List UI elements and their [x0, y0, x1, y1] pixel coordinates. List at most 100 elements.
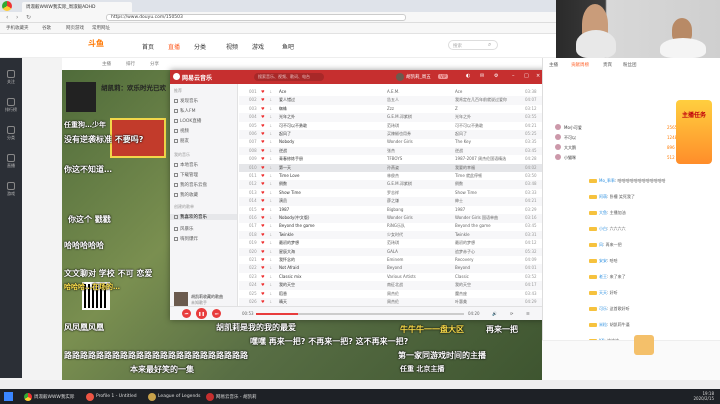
chat-nick[interactable]: 老王: [599, 274, 607, 279]
download-icon[interactable]: ↓: [269, 155, 275, 164]
song-row[interactable]: 017 ♥ ↓ Beyond the game RiNG乐队 Beyond the gam…: [239, 222, 548, 231]
song-title[interactable]: Nobody(中文版): [279, 214, 379, 223]
playlist-queue-icon[interactable]: ☰: [526, 311, 530, 316]
song-title[interactable]: Time Love: [279, 172, 379, 181]
song-row[interactable]: 011 ♥ ↓ Time Love 林俊杰 Time 就此停顿 03:50: [239, 172, 548, 181]
song-row[interactable]: 013 ♥ ↓ Show Time 罗志祥 Show Time 03:33: [239, 189, 548, 198]
stream-tag[interactable]: 主播: [102, 61, 111, 67]
song-row[interactable]: 026 ♥ ↓ 晴天 周杰伦 叶惠美 04:29: [239, 298, 548, 306]
download-icon[interactable]: ↓: [269, 264, 275, 273]
heart-icon[interactable]: ♥: [261, 138, 267, 147]
heart-icon[interactable]: ♥: [261, 264, 267, 273]
song-title[interactable]: 蜘蛛: [279, 105, 379, 114]
song-title[interactable]: Ace: [279, 88, 379, 97]
tab-weekly-rank[interactable]: 贡献周榜: [571, 62, 589, 68]
song-title[interactable]: 青春修炼手册: [279, 155, 379, 164]
song-title[interactable]: 演员: [279, 197, 379, 206]
download-icon[interactable]: ↓: [269, 113, 275, 122]
heart-icon[interactable]: ♥: [261, 248, 267, 257]
tab-fans[interactable]: 粉丝团: [623, 62, 637, 68]
prev-button[interactable]: ⏮: [182, 309, 191, 318]
tab-anchor[interactable]: 主播: [549, 62, 558, 68]
rank-row[interactable]: 小猫咪 512: [547, 154, 687, 161]
song-title[interactable]: Classic mix: [279, 273, 379, 282]
download-icon[interactable]: ↓: [269, 189, 275, 198]
rank-row[interactable]: 不可以 1248: [547, 134, 687, 141]
settings-icon[interactable]: ⚙: [494, 73, 498, 79]
gift-chest-icon[interactable]: [634, 335, 654, 355]
song-title[interactable]: 我的天空: [279, 281, 379, 290]
sidebar-item-download[interactable]: 下载管理: [174, 172, 198, 178]
heart-icon[interactable]: ♥: [261, 290, 267, 299]
song-row[interactable]: 015 ♥ ↓ 1987 Bigbang 1987 03:29: [239, 206, 548, 215]
song-title[interactable]: Beyond the game: [279, 222, 379, 231]
heart-icon[interactable]: ♥: [261, 113, 267, 122]
song-row[interactable]: 007 ♥ ↓ Nobody Wonder Girls The Key 03:35: [239, 138, 548, 147]
bookmark-item[interactable]: 谷歌: [42, 25, 51, 31]
anchor-avatar[interactable]: [66, 82, 96, 112]
stream-tag[interactable]: 排行: [126, 61, 135, 67]
chat-nick[interactable]: 米粒: [599, 322, 607, 327]
next-button[interactable]: ⏭: [212, 309, 221, 318]
sidebar-item-collection[interactable]: 我的收藏: [174, 192, 198, 198]
song-row[interactable]: 003 ♥ ↓ 蜘蛛 Zzz Z 03:12: [239, 105, 548, 114]
user-avatar[interactable]: [396, 73, 404, 81]
heart-icon[interactable]: ♥: [261, 130, 267, 139]
song-row[interactable]: 010 ♥ ↓ 第一天 孙燕姿 我要的幸福 04:02: [239, 163, 548, 173]
song-title[interactable]: 晴天: [279, 298, 379, 306]
song-title[interactable]: 倒数: [279, 180, 379, 189]
chat-nick[interactable]: 风: [599, 242, 603, 247]
song-row[interactable]: 021 ♥ ↓ 我怀念的 Eminem Recovery 04:09: [239, 256, 548, 265]
heart-icon[interactable]: ♥: [261, 273, 267, 282]
rank-row[interactable]: 大大鹅 896: [547, 144, 687, 151]
song-title[interactable]: 第一天: [279, 164, 379, 173]
maximize-icon[interactable]: □: [524, 73, 529, 79]
song-title[interactable]: 爱人错过: [279, 96, 379, 105]
download-icon[interactable]: ↓: [269, 105, 275, 114]
nav-video[interactable]: 视频: [226, 42, 238, 51]
loop-icon[interactable]: ⟳: [510, 311, 513, 316]
nav-yuba[interactable]: 鱼吧: [282, 42, 294, 51]
heart-icon[interactable]: ♥: [261, 256, 267, 265]
heart-icon[interactable]: ♥: [261, 155, 267, 164]
now-playing[interactable]: 胡凯莉收藏的歌曲 未知歌手: [174, 292, 234, 306]
download-icon[interactable]: ↓: [269, 147, 275, 156]
heart-icon[interactable]: ♥: [261, 88, 267, 97]
heart-icon[interactable]: ♥: [261, 231, 267, 240]
download-icon[interactable]: ↓: [269, 96, 275, 105]
bookmark-item[interactable]: 手机收藏夹: [6, 25, 29, 31]
nav-category[interactable]: 分类: [194, 42, 206, 51]
volume-icon[interactable]: 🔊: [492, 311, 497, 316]
song-row[interactable]: 009 ♥ ↓ 青春修炼手册 TFBOYS 1987-2007 周杰伦国语精选 04:28: [239, 155, 548, 164]
download-icon[interactable]: ↓: [269, 231, 275, 240]
song-title[interactable]: 我怀念的: [279, 256, 379, 265]
forward-icon[interactable]: ›: [16, 14, 18, 21]
song-row[interactable]: 020 ♥ ↓ 星辰大海 GALA 追梦赤子心 05:32: [239, 247, 548, 257]
heart-icon[interactable]: ♥: [261, 298, 267, 306]
download-icon[interactable]: ↓: [269, 281, 275, 290]
song-title[interactable]: 稻香: [279, 290, 379, 299]
sidebar-item-playlist[interactable]: 嗨到爆炸: [174, 236, 198, 242]
download-icon[interactable]: ↓: [269, 197, 275, 206]
chat-nick[interactable]: 小白: [599, 226, 607, 231]
song-title[interactable]: Show Time: [279, 189, 379, 198]
song-row[interactable]: 018 ♥ ↓ Twinkle 少女时代 Twinkle 03:31: [239, 230, 548, 240]
sidebar-item-category[interactable]: 分类: [2, 126, 20, 141]
song-row[interactable]: 022 ♥ ↓ Not Afraid Beyond Beyond 04:01: [239, 264, 548, 273]
song-row[interactable]: 006 ♥ ↓ 起风了 买辣椒也用券 起风了 05:25: [239, 130, 548, 139]
song-row[interactable]: 023 ♥ ↓ Classic mix Various Artists Classic 03…: [239, 273, 548, 282]
song-title[interactable]: 起风了: [279, 130, 379, 139]
stream-tag[interactable]: 分享: [150, 61, 159, 67]
player-search-input[interactable]: 搜索音乐、视频、歌词、电台: [254, 73, 324, 81]
nav-game[interactable]: 游戏: [252, 42, 264, 51]
download-icon[interactable]: ↓: [269, 164, 275, 173]
song-row[interactable]: 024 ♥ ↓ 我的天空 南征北战 我的天空 04:17: [239, 281, 548, 290]
heart-icon[interactable]: ♥: [261, 147, 267, 156]
minimize-icon[interactable]: –: [512, 73, 515, 79]
song-row[interactable]: 001 ♥ ↓ Ace A.E.M. Ace 03:38: [239, 88, 548, 97]
browser-tab[interactable]: 周淑毅WWW我实际_周淑毅ADHD: [22, 2, 132, 12]
song-title[interactable]: 光年之外: [279, 113, 379, 122]
song-title[interactable]: 逆战: [279, 147, 379, 156]
download-icon[interactable]: ↓: [269, 172, 275, 181]
download-icon[interactable]: ↓: [269, 180, 275, 189]
